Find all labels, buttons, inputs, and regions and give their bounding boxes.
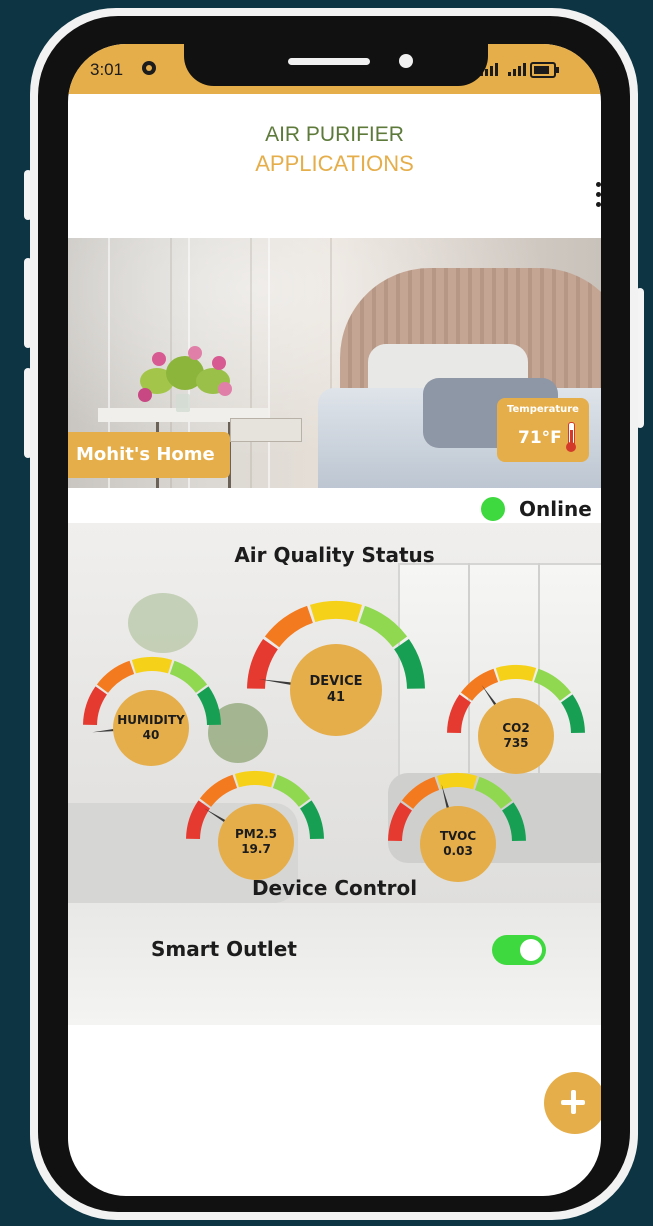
humidity-label: HUMIDITY [117, 713, 185, 727]
front-camera [399, 54, 413, 68]
more-vert-icon[interactable] [596, 182, 601, 212]
status-time: 3:01 [90, 60, 124, 79]
thermometer-icon [566, 422, 576, 452]
device-label: DEVICE [309, 673, 363, 689]
gauge-segment [309, 601, 363, 623]
phone-notch [184, 44, 488, 86]
humidity-reading: HUMIDITY 40 [113, 690, 189, 766]
gauge-segment [272, 774, 311, 808]
gauge-segment [501, 802, 526, 842]
tvoc-label: TVOC [439, 829, 477, 843]
battery-icon [530, 62, 559, 78]
pm25-gauge: PM2.5 19.7 [178, 762, 333, 882]
online-status-dot [481, 497, 505, 521]
temperature-label: Temperature [507, 404, 579, 415]
tvoc-gauge: TVOC 0.03 [380, 764, 535, 884]
gauge-segment [388, 802, 413, 842]
gauge-segment [131, 657, 173, 674]
humidity-value: 40 [142, 728, 160, 742]
pm25-value: 19.7 [241, 842, 271, 856]
gauge-segment [447, 694, 472, 734]
gauge-segment [96, 660, 135, 694]
gauge-segment [234, 771, 276, 788]
tvoc-reading: TVOC 0.03 [420, 806, 496, 882]
device-control-title: Device Control [251, 876, 418, 900]
air-quality-title: Air Quality Status [234, 543, 435, 567]
app-title-line2: APPLICATIONS [255, 151, 414, 176]
add-button[interactable] [544, 1072, 601, 1134]
gauge-segment [83, 686, 108, 726]
online-status-label: Online [519, 497, 592, 521]
smart-outlet-label: Smart Outlet [151, 937, 297, 961]
pm25-label: PM2.5 [235, 827, 277, 841]
gauge-segment [299, 800, 324, 840]
temperature-value: 71°F [518, 428, 562, 448]
gauge-segment [436, 773, 478, 790]
co2-value: 735 [503, 736, 529, 750]
home-name: Mohit's Home [76, 444, 215, 465]
gauge-segment [358, 605, 408, 648]
device-gauge: DEVICE 41 [238, 592, 434, 742]
gauge-segment [401, 776, 440, 810]
gauge-segment [186, 800, 211, 840]
tvoc-value: 0.03 [443, 844, 473, 858]
app-title-line1: AIR PURIFIER [265, 123, 404, 146]
toggle-knob [520, 939, 542, 961]
call-icon [142, 61, 156, 75]
co2-label: CO2 [502, 721, 530, 735]
gauge-segment [264, 605, 314, 648]
gauge-segment [560, 694, 585, 734]
humidity-gauge: HUMIDITY 40 [76, 650, 228, 770]
device-value: 41 [326, 690, 346, 705]
gauge-segment [533, 668, 572, 702]
gauge-segment [393, 638, 425, 690]
app-header: AIR PURIFIER APPLICATIONS [68, 94, 601, 238]
gauge-segment [460, 668, 499, 702]
co2-reading: CO2 735 [478, 698, 554, 774]
gauge-segment [196, 686, 221, 726]
gauge-segment [169, 660, 208, 694]
app-screen: 3:01 AIR PURIFIER APPLICATIONS Mohit's H… [68, 44, 601, 1196]
home-name-tag[interactable]: Mohit's Home [68, 432, 230, 478]
co2-gauge: CO2 735 [438, 656, 593, 776]
signal-icon [508, 63, 526, 76]
gauge-segment [495, 665, 537, 682]
pm25-reading: PM2.5 19.7 [218, 804, 294, 880]
device-reading: DEVICE 41 [290, 644, 382, 736]
speaker-grille [288, 58, 370, 65]
gauge-segment [199, 774, 238, 808]
gauge-segment [474, 776, 513, 810]
gauge-segment [247, 638, 279, 690]
smart-outlet-toggle[interactable] [492, 935, 546, 965]
temperature-card: Temperature 71°F [497, 398, 589, 462]
